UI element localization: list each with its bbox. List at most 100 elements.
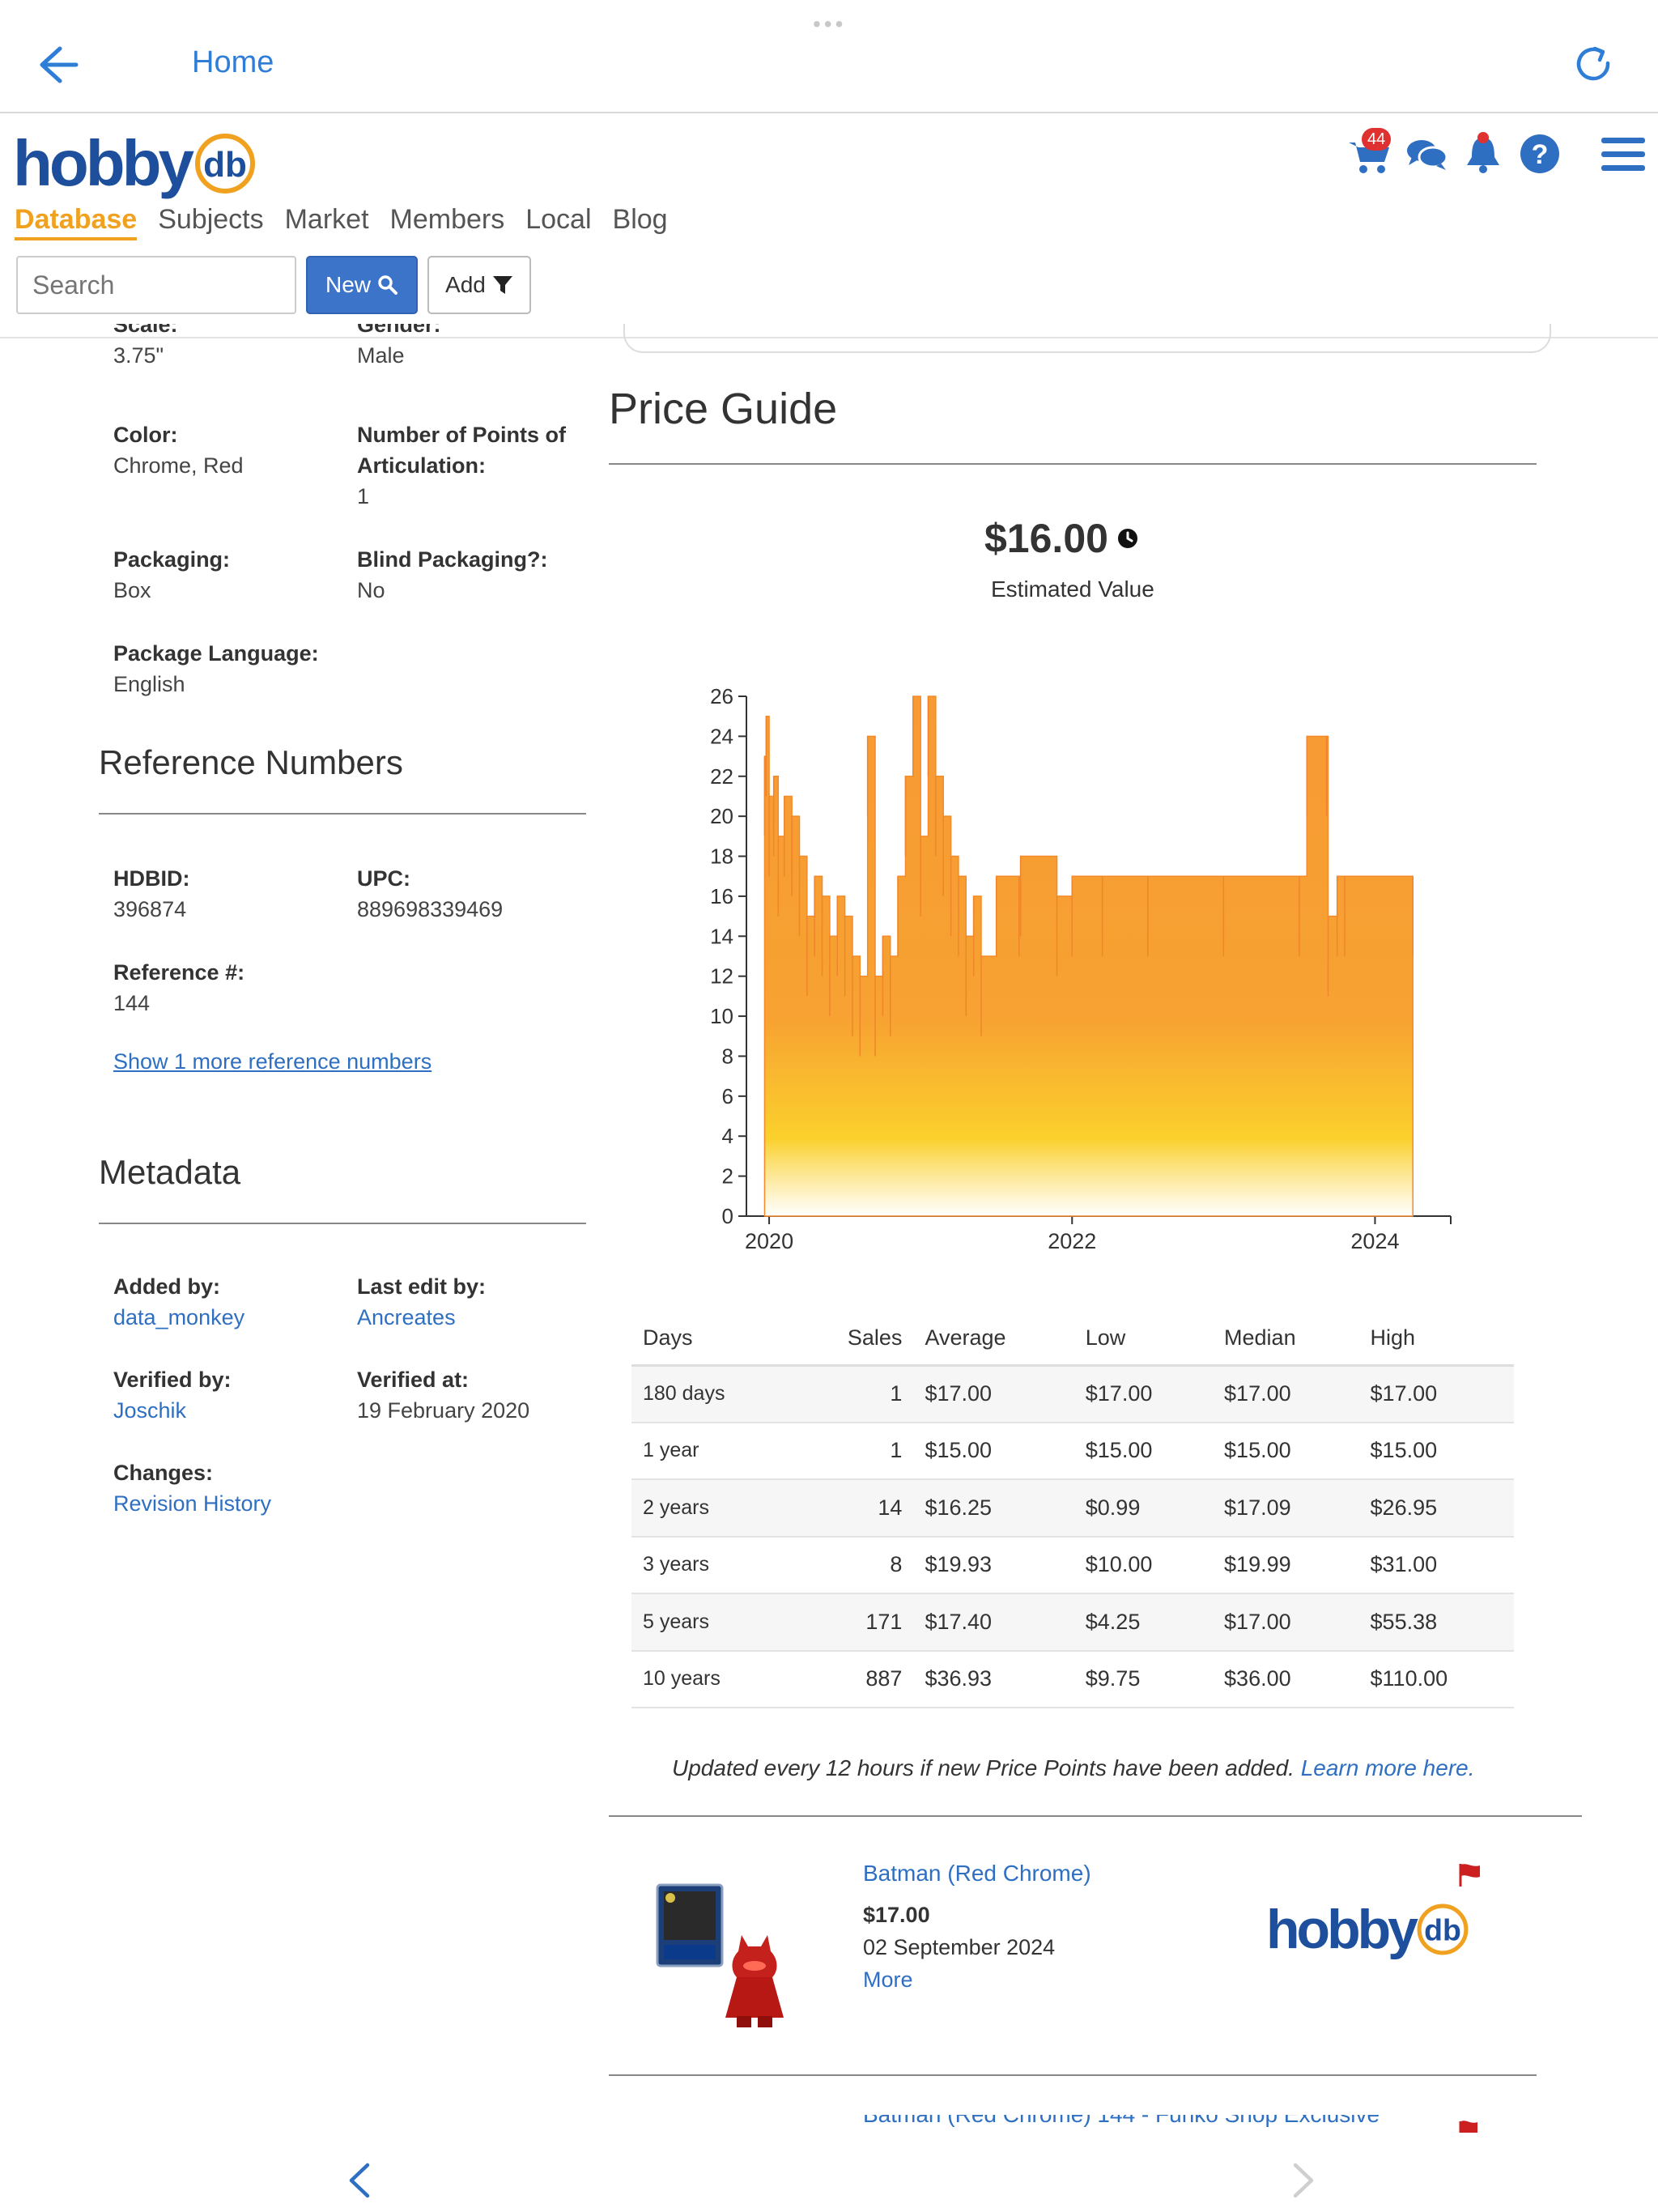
table-row: 5 years 171 $17.40 $4.25 $17.00 $55.38 — [631, 1593, 1514, 1652]
chevron-right-icon[interactable] — [1287, 2160, 1320, 2201]
changes-label: Changes: — [113, 1461, 214, 1485]
chevron-left-icon[interactable] — [343, 2160, 376, 2201]
header-icons: 44 ? — [1347, 128, 1562, 177]
gender-label: Gender: — [357, 324, 441, 337]
cell-average: $17.00 — [913, 1365, 1074, 1423]
y-tick-label: 4 — [722, 1124, 733, 1148]
cell-sales: 1 — [793, 1422, 914, 1480]
drag-handle[interactable]: ••• — [813, 11, 846, 37]
refresh-icon[interactable] — [1571, 42, 1616, 87]
listing-more-link[interactable]: More — [863, 1967, 913, 1993]
previous-card-bottom — [623, 324, 1551, 353]
next-report-flag-icon[interactable] — [1457, 2116, 1480, 2133]
price-guide-title: Price Guide — [609, 385, 838, 433]
nav-market[interactable]: Market — [285, 204, 369, 240]
nav-subjects[interactable]: Subjects — [158, 204, 263, 240]
cell-average: $36.93 — [913, 1650, 1074, 1708]
hobbydb-logo[interactable]: hobby db — [13, 123, 257, 204]
sale-listing: Batman (Red Chrome) $17.00 02 September … — [609, 1817, 1537, 2076]
gender-value: Male — [357, 343, 405, 368]
color-value: Chrome, Red — [113, 453, 244, 478]
revision-history-link[interactable]: Revision History — [113, 1491, 271, 1516]
articulation-value: 1 — [357, 484, 370, 508]
reference-number-field: Reference #: 144 — [113, 957, 244, 1019]
listing-title-link[interactable]: Batman (Red Chrome) — [863, 1861, 1091, 1887]
added-by-label: Added by: — [113, 1274, 220, 1299]
y-tick-label: 8 — [722, 1044, 733, 1068]
y-tick-label: 12 — [710, 964, 733, 989]
help-icon[interactable]: ? — [1517, 131, 1562, 177]
hdbid-label: HDBID: — [113, 866, 190, 891]
seller-hobbydb-logo: hobby db — [1266, 1898, 1470, 1961]
report-flag-icon[interactable] — [1457, 1862, 1483, 1888]
nav-members[interactable]: Members — [390, 204, 505, 240]
cell-days: 5 years — [631, 1593, 794, 1652]
listing-price: $17.00 — [863, 1903, 930, 1927]
chat-icon[interactable] — [1404, 131, 1449, 177]
hamburger-menu-icon[interactable] — [1601, 136, 1645, 173]
add-filter-button[interactable]: Add — [427, 256, 531, 314]
learn-more-link[interactable]: Learn more here. — [1301, 1755, 1475, 1780]
y-tick-label: 22 — [710, 764, 733, 789]
nav-database[interactable]: Database — [15, 204, 138, 240]
estimated-value-label: Estimated Value — [991, 576, 1154, 602]
update-note: Updated every 12 hours if new Price Poin… — [672, 1755, 1475, 1781]
added-by-field: Added by: data_monkey — [113, 1271, 244, 1333]
cell-sales: 14 — [793, 1479, 914, 1538]
upc-value: 889698339469 — [357, 897, 504, 921]
table-row: 3 years 8 $19.93 $10.00 $19.99 $31.00 — [631, 1536, 1514, 1594]
cell-low: $9.75 — [1073, 1650, 1214, 1708]
col-average: Average — [913, 1312, 1074, 1367]
new-search-button[interactable]: New — [306, 256, 419, 314]
cell-median: $17.09 — [1213, 1479, 1359, 1538]
cell-low: $0.99 — [1073, 1479, 1214, 1538]
bottom-toolbar — [0, 2133, 1658, 2212]
verified-at-label: Verified at: — [357, 1368, 470, 1392]
listing-thumbnail[interactable] — [641, 1882, 803, 2035]
y-tick-label: 6 — [722, 1084, 733, 1108]
table-row: 180 days 1 $17.00 $17.00 $17.00 $17.00 — [631, 1365, 1514, 1423]
cell-days: 180 days — [631, 1365, 794, 1423]
nav-blog[interactable]: Blog — [613, 204, 668, 240]
table-header-row: Days Sales Average Low Median High — [631, 1312, 1514, 1367]
cell-low: $4.25 — [1073, 1593, 1214, 1652]
logo-db-mark: db — [194, 134, 255, 194]
price-area — [763, 696, 1414, 1217]
blind-packaging-label: Blind Packaging?: — [357, 547, 548, 572]
added-by-link[interactable]: data_monkey — [113, 1305, 244, 1329]
cell-days: 2 years — [631, 1479, 794, 1538]
estimated-value: $16.00 — [984, 515, 1139, 562]
y-tick-label: 0 — [722, 1204, 733, 1228]
blind-packaging-value: No — [357, 578, 385, 602]
y-tick-label: 14 — [710, 924, 733, 948]
back-arrow-icon[interactable] — [32, 42, 81, 87]
cell-average: $19.93 — [913, 1536, 1074, 1594]
search-input[interactable] — [16, 256, 296, 314]
show-more-reference-link[interactable]: Show 1 more reference numbers — [113, 1049, 432, 1074]
site-header: hobby db 44 ? Database Subjects Market M… — [0, 115, 1658, 338]
cart-button[interactable]: 44 — [1347, 128, 1392, 177]
cart-count-badge: 44 — [1362, 128, 1392, 151]
packaging-value: Box — [113, 578, 151, 602]
notification-bell-icon[interactable] — [1460, 131, 1506, 177]
reference-number-label: Reference #: — [113, 960, 245, 985]
verified-by-link[interactable]: Joschik — [113, 1398, 186, 1423]
estimated-value-amount: $16.00 — [984, 516, 1108, 561]
verified-at-field: Verified at: 19 February 2020 — [357, 1364, 529, 1426]
y-axis: 02468101214161820222426 — [710, 684, 747, 1228]
table-row: 2 years 14 $16.25 $0.99 $17.09 $26.95 — [631, 1479, 1514, 1538]
search-row: New Add — [16, 256, 531, 314]
nav-local[interactable]: Local — [525, 204, 591, 240]
cell-high: $110.00 — [1358, 1650, 1514, 1708]
cell-sales: 8 — [793, 1536, 914, 1594]
home-link[interactable]: Home — [192, 45, 274, 80]
price-history-chart: 02468101214161820222426 2020 2022 2024 — [710, 684, 1452, 1253]
verified-by-field: Verified by: Joschik — [113, 1364, 232, 1426]
cell-median: $36.00 — [1213, 1650, 1359, 1708]
next-listing-title-link[interactable]: Batman (Red Chrome) 144 - Funko Shop Exc… — [863, 2115, 1380, 2133]
clock-icon[interactable] — [1116, 527, 1139, 550]
last-edit-link[interactable]: Ancreates — [357, 1305, 456, 1329]
y-tick-label: 24 — [710, 724, 733, 748]
col-sales: Sales — [793, 1312, 914, 1367]
blind-packaging-field: Blind Packaging?: No — [357, 544, 548, 606]
